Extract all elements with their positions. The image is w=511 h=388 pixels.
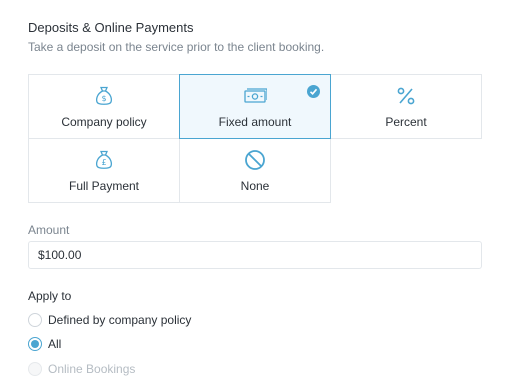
option-fixed-amount[interactable]: Fixed amount xyxy=(179,74,331,139)
apply-to-label: Apply to xyxy=(28,289,72,303)
money-bag-pound-icon: £ xyxy=(94,148,114,172)
option-full-payment[interactable]: £ Full Payment xyxy=(28,138,180,203)
amount-input[interactable] xyxy=(28,241,482,269)
prohibited-icon xyxy=(244,148,266,172)
radio-online-bookings[interactable]: Online Bookings xyxy=(28,362,135,376)
option-none[interactable]: None xyxy=(179,138,331,203)
option-company-policy[interactable]: $ Company policy xyxy=(28,74,180,139)
money-bag-dollar-icon: $ xyxy=(94,84,114,108)
svg-text:$: $ xyxy=(101,94,106,103)
radio-button[interactable] xyxy=(28,337,42,351)
svg-text:£: £ xyxy=(101,158,106,167)
radio-button[interactable] xyxy=(28,313,42,327)
banknote-icon xyxy=(243,84,267,108)
amount-label: Amount xyxy=(28,223,70,237)
checkmark-icon xyxy=(307,85,320,98)
radio-label: Defined by company policy xyxy=(48,313,192,327)
radio-defined-by-company-policy[interactable]: Defined by company policy xyxy=(28,313,191,327)
radio-label: All xyxy=(48,337,62,351)
option-label: Fixed amount xyxy=(218,115,292,129)
option-percent[interactable]: Percent xyxy=(330,74,482,139)
radio-label: Online Bookings xyxy=(48,362,136,376)
option-label: Company policy xyxy=(61,115,147,129)
deposits-panel: Deposits & Online Payments Take a deposi… xyxy=(0,0,511,388)
section-title: Deposits & Online Payments xyxy=(28,20,194,35)
percent-icon xyxy=(396,84,416,108)
deposit-type-options: $ Company policy Fixed amount Percent £ … xyxy=(28,74,482,204)
option-label: Full Payment xyxy=(68,179,140,193)
radio-button[interactable] xyxy=(28,362,42,376)
option-label: None xyxy=(240,179,270,193)
radio-all[interactable]: All xyxy=(28,337,61,351)
option-label: Percent xyxy=(385,115,427,129)
section-description: Take a deposit on the service prior to t… xyxy=(28,40,325,54)
